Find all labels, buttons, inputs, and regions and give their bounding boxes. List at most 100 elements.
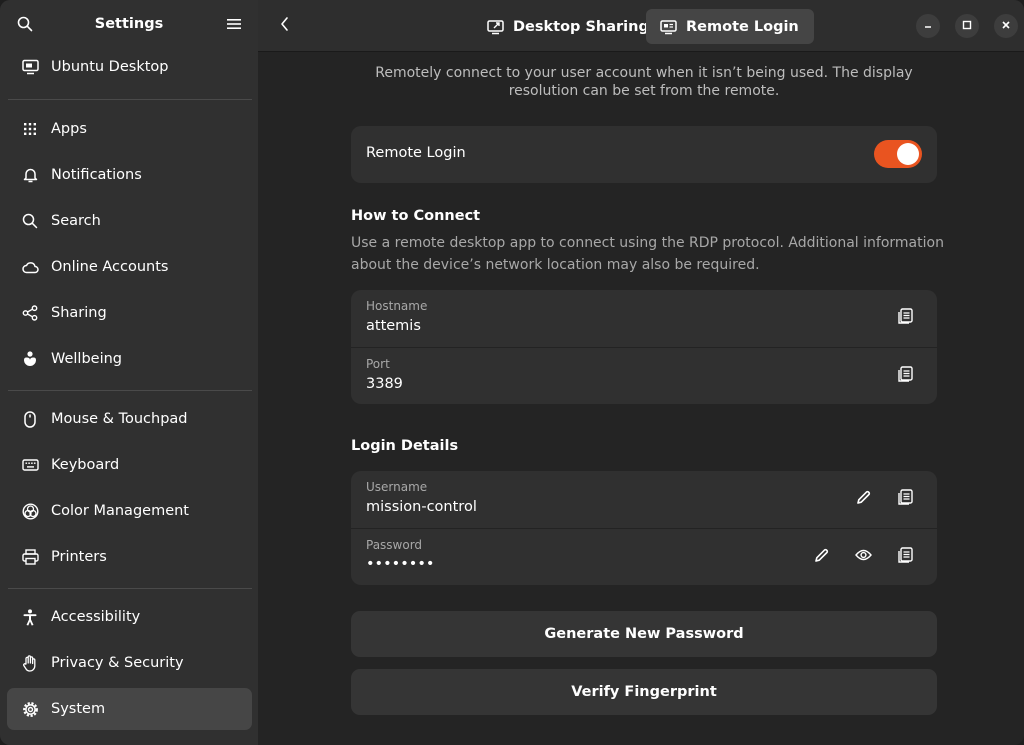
password-row: Password •••••••• — [351, 528, 937, 585]
bell-icon — [21, 166, 39, 184]
content-area: Remotely connect to your user account wh… — [258, 52, 1024, 745]
close-icon — [1001, 18, 1011, 34]
desktop-icon — [21, 58, 39, 76]
sidebar-divider — [8, 588, 252, 589]
username-row: Username mission-control — [351, 471, 937, 528]
username-label: Username — [366, 480, 428, 494]
port-row: Port 3389 — [351, 347, 937, 404]
login-details-title: Login Details — [351, 438, 459, 454]
login-details-card: Username mission-control Password ••••••… — [351, 471, 937, 585]
printer-icon — [21, 548, 39, 566]
sidebar-item-sharing[interactable]: Sharing — [7, 292, 252, 334]
mouse-icon — [21, 410, 39, 428]
sidebar-item-online-accounts[interactable]: Online Accounts — [7, 246, 252, 288]
tab-desktop-sharing[interactable]: Desktop Sharing — [473, 9, 663, 44]
remote-login-label: Remote Login — [366, 145, 466, 161]
sidebar-item-notifications[interactable]: Notifications — [7, 154, 252, 196]
remote-login-row: Remote Login — [351, 126, 937, 183]
sidebar-item-label: Color Management — [51, 503, 189, 519]
remote-login-icon — [660, 19, 678, 35]
tab-label: Desktop Sharing — [513, 18, 649, 35]
minimize-button[interactable] — [916, 14, 940, 38]
sidebar-item-label: Privacy & Security — [51, 655, 184, 671]
search-icon — [21, 212, 39, 230]
switch-knob — [897, 143, 919, 165]
sidebar-item-printers[interactable]: Printers — [7, 536, 252, 578]
username-value: mission-control — [366, 499, 477, 515]
copy-username-button[interactable] — [891, 485, 919, 513]
sidebar-item-label: Printers — [51, 549, 107, 565]
settings-window: Settings Ubuntu Desktop Apps Notificatio… — [0, 0, 1024, 745]
sidebar-item-label: Accessibility — [51, 609, 141, 625]
sidebar-item-privacy-security[interactable]: Privacy & Security — [7, 642, 252, 684]
apps-grid-icon — [21, 120, 39, 138]
generate-new-password-button[interactable]: Generate New Password — [351, 611, 937, 657]
port-label: Port — [366, 357, 390, 371]
edit-password-button[interactable] — [807, 543, 835, 571]
sidebar-item-label: Online Accounts — [51, 259, 169, 275]
pencil-icon — [814, 548, 829, 567]
sidebar-item-label: Ubuntu Desktop — [51, 59, 169, 75]
sidebar: Settings Ubuntu Desktop Apps Notificatio… — [0, 0, 258, 745]
sidebar-item-keyboard[interactable]: Keyboard — [7, 444, 252, 486]
sidebar-item-accessibility[interactable]: Accessibility — [7, 596, 252, 638]
show-password-button[interactable] — [849, 543, 877, 571]
port-value: 3389 — [366, 376, 403, 392]
sidebar-item-label: System — [51, 701, 106, 717]
edit-username-button[interactable] — [849, 485, 877, 513]
keyboard-icon — [21, 456, 39, 474]
share-icon — [21, 304, 39, 322]
main-panel: Desktop Sharing Remote Login Remotely co… — [258, 0, 1024, 745]
remote-login-switch[interactable] — [874, 140, 922, 168]
sidebar-header: Settings — [0, 0, 258, 52]
remote-login-card: Remote Login — [351, 126, 937, 183]
tab-remote-login[interactable]: Remote Login — [646, 9, 814, 44]
gear-icon — [21, 700, 39, 718]
copy-icon — [897, 366, 913, 386]
header-bar: Desktop Sharing Remote Login — [258, 0, 1024, 52]
copy-icon — [897, 489, 913, 509]
sidebar-divider — [8, 390, 252, 391]
sidebar-item-label: Search — [51, 213, 101, 229]
sidebar-item-mouse-touchpad[interactable]: Mouse & Touchpad — [7, 398, 252, 440]
sidebar-item-search[interactable]: Search — [7, 200, 252, 242]
maximize-button[interactable] — [955, 14, 979, 38]
hostname-row: Hostname attemis — [351, 290, 937, 347]
copy-password-button[interactable] — [891, 543, 919, 571]
cloud-icon — [21, 258, 39, 276]
close-button[interactable] — [994, 14, 1018, 38]
sidebar-item-label: Apps — [51, 121, 87, 137]
sidebar-item-label: Wellbeing — [51, 351, 123, 367]
verify-fingerprint-button[interactable]: Verify Fingerprint — [351, 669, 937, 715]
color-icon — [21, 502, 39, 520]
how-to-connect-description: Use a remote desktop app to connect usin… — [351, 235, 944, 273]
copy-icon — [897, 308, 913, 328]
password-label: Password — [366, 538, 423, 552]
minimize-icon — [923, 18, 933, 34]
sidebar-item-label: Notifications — [51, 167, 142, 183]
hostname-label: Hostname — [366, 299, 428, 313]
sidebar-item-system[interactable]: System — [7, 688, 252, 730]
sidebar-item-wellbeing[interactable]: Wellbeing — [7, 338, 252, 380]
sidebar-item-label: Keyboard — [51, 457, 120, 473]
connection-card: Hostname attemis Port 3389 — [351, 290, 937, 404]
pencil-icon — [856, 490, 871, 509]
back-button[interactable] — [268, 9, 302, 43]
sidebar-item-ubuntu-desktop[interactable]: Ubuntu Desktop — [7, 48, 252, 86]
sidebar-item-label: Mouse & Touchpad — [51, 411, 188, 427]
hamburger-icon — [227, 18, 241, 34]
sidebar-divider — [8, 99, 252, 100]
eye-icon — [854, 549, 872, 565]
password-value: •••••••• — [366, 556, 435, 572]
sidebar-item-color-management[interactable]: Color Management — [7, 490, 252, 532]
sidebar-item-apps[interactable]: Apps — [7, 108, 252, 150]
main-menu-button[interactable] — [217, 9, 251, 43]
chevron-left-icon — [280, 16, 290, 36]
copy-hostname-button[interactable] — [891, 304, 919, 332]
page-description: Remotely connect to your user account wh… — [375, 65, 913, 99]
accessibility-icon — [21, 608, 39, 626]
hand-icon — [21, 654, 39, 672]
hostname-value: attemis — [366, 318, 421, 334]
copy-port-button[interactable] — [891, 362, 919, 390]
maximize-icon — [962, 18, 972, 34]
